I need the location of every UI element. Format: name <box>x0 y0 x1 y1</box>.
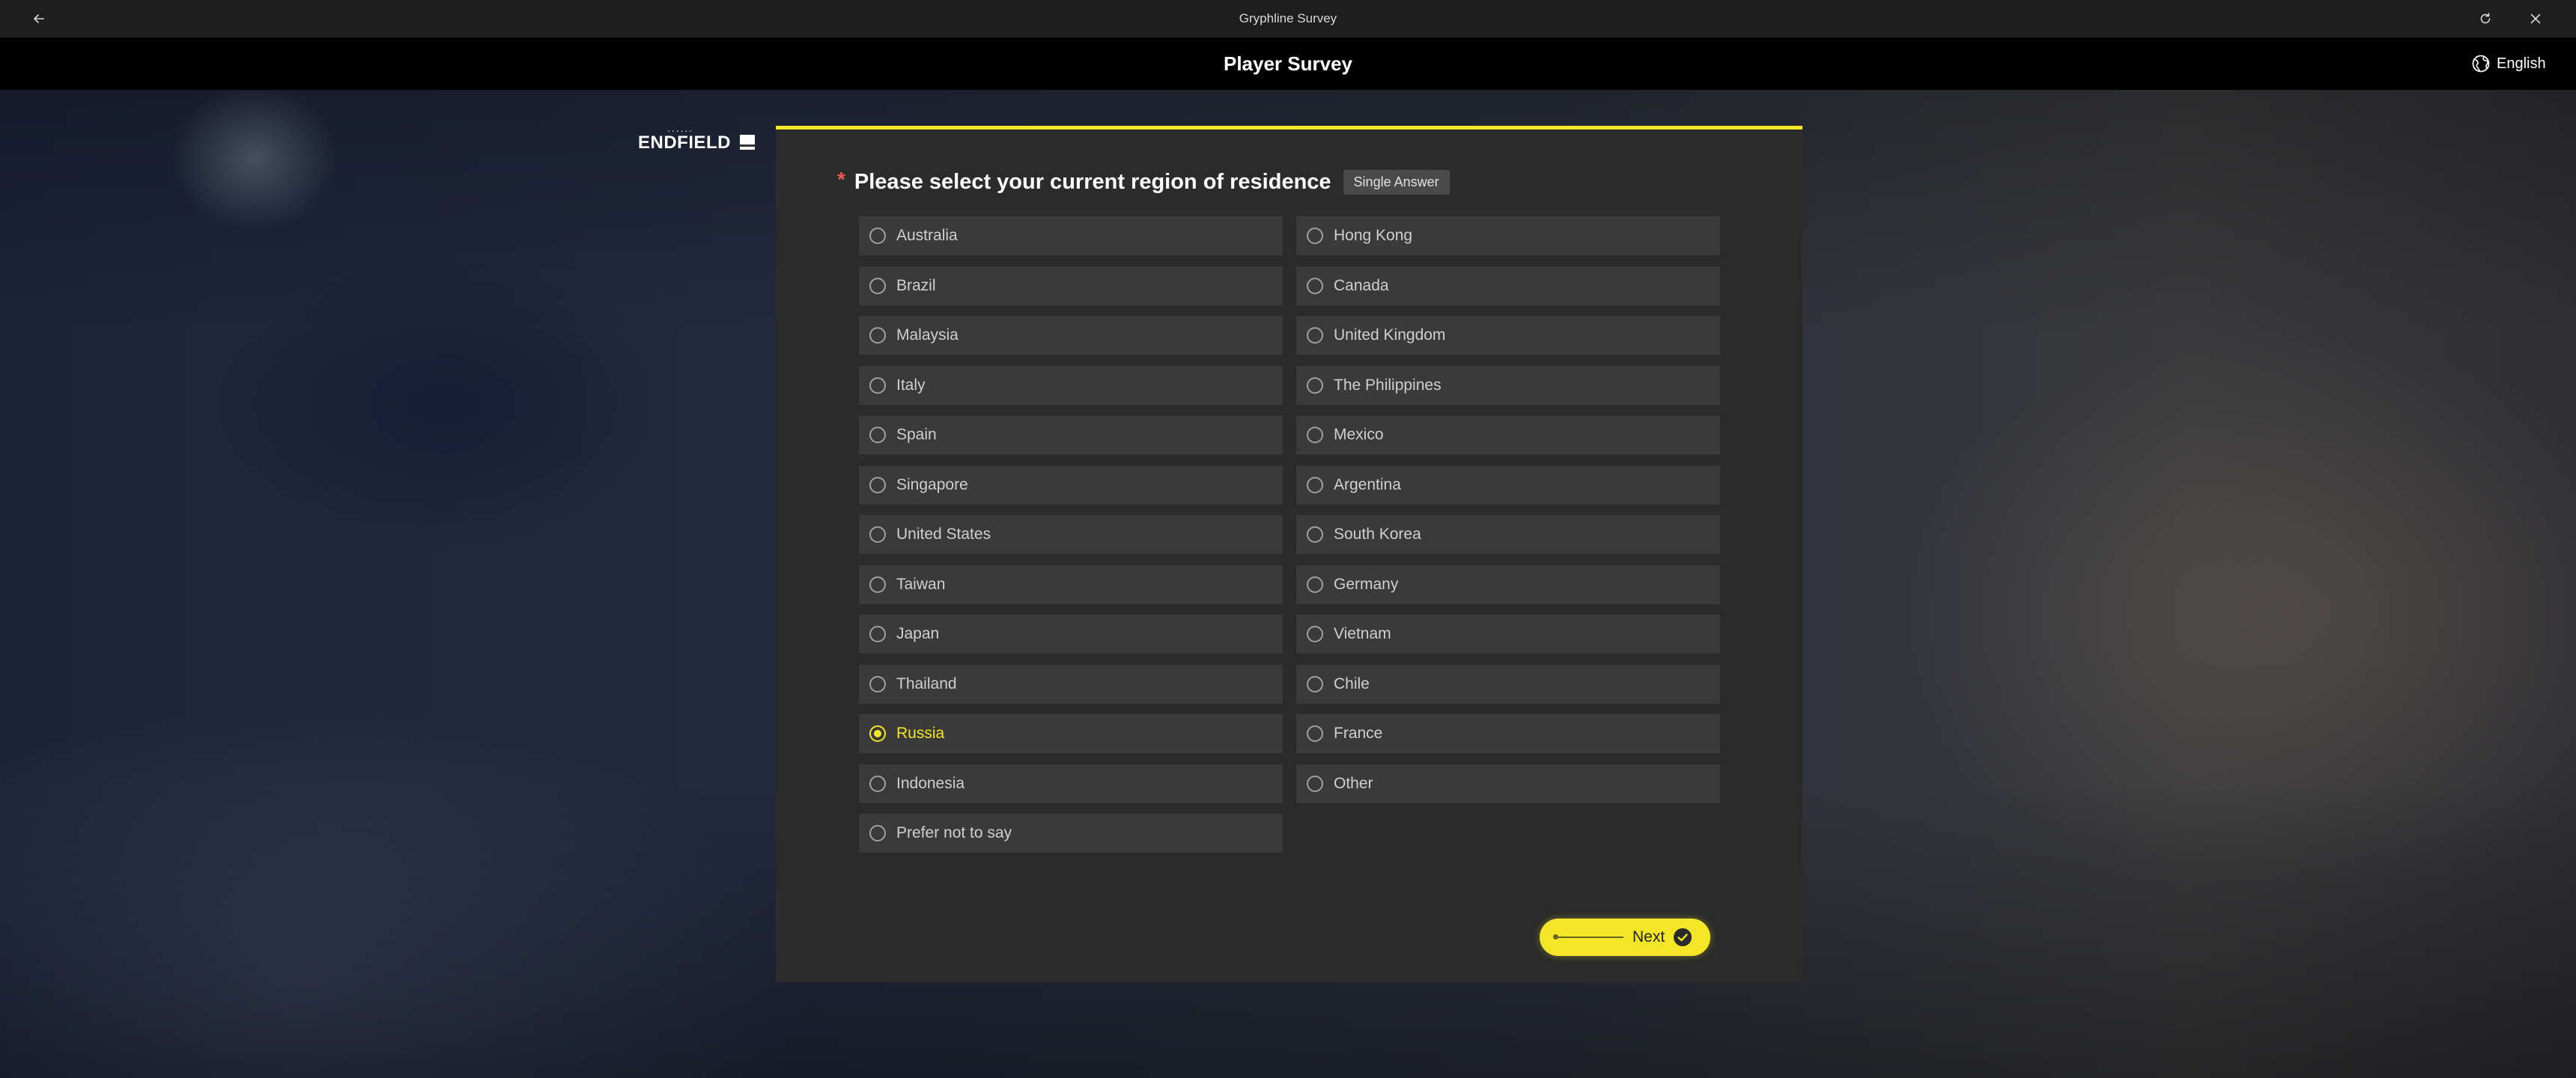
radio-icon[interactable] <box>1307 377 1323 394</box>
option-germany[interactable]: Germany <box>1296 564 1720 604</box>
required-marker: * <box>837 167 845 191</box>
radio-icon[interactable] <box>869 377 886 394</box>
next-button-label: Next <box>1632 928 1665 945</box>
radio-icon[interactable] <box>869 825 886 841</box>
option-spain[interactable]: Spain <box>859 415 1283 454</box>
option-label: Other <box>1334 774 1373 792</box>
next-button[interactable]: Next <box>1540 919 1710 956</box>
option-taiwan[interactable]: Taiwan <box>859 564 1283 604</box>
option-united-states[interactable]: United States <box>859 515 1283 554</box>
option-argentina[interactable]: Argentina <box>1296 465 1720 505</box>
option-label: Vietnam <box>1334 625 1391 642</box>
radio-icon[interactable] <box>1307 675 1323 692</box>
option-france[interactable]: France <box>1296 714 1720 753</box>
option-label: Australia <box>896 227 958 244</box>
radio-icon[interactable] <box>1307 526 1323 543</box>
option-indonesia[interactable]: Indonesia <box>859 764 1283 803</box>
radio-icon[interactable] <box>869 228 886 244</box>
radio-icon[interactable] <box>1307 476 1323 493</box>
option-label: Argentina <box>1334 475 1401 493</box>
check-circle-icon <box>1674 928 1692 946</box>
option-russia[interactable]: Russia <box>859 714 1283 753</box>
window-titlebar: Gryphline Survey <box>0 0 2576 37</box>
option-label: United Kingdom <box>1334 326 1446 344</box>
option-label: Japan <box>896 625 940 642</box>
option-label: South Korea <box>1334 526 1421 543</box>
option-hong-kong[interactable]: Hong Kong <box>1296 216 1720 255</box>
radio-icon[interactable] <box>1307 725 1323 742</box>
option-australia[interactable]: Australia <box>859 216 1283 255</box>
radio-icon[interactable] <box>869 675 886 692</box>
option-label: Germany <box>1334 575 1399 593</box>
option-italy[interactable]: Italy <box>859 365 1283 405</box>
logo-text: ENDFIELD <box>638 133 731 153</box>
radio-icon[interactable] <box>1307 228 1323 244</box>
option-label: France <box>1334 725 1383 742</box>
option-south-korea[interactable]: South Korea <box>1296 515 1720 554</box>
option-united-kingdom[interactable]: United Kingdom <box>1296 316 1720 355</box>
close-icon <box>2530 13 2541 24</box>
option-label: Italy <box>896 376 926 394</box>
radio-icon[interactable] <box>1307 327 1323 344</box>
option-mexico[interactable]: Mexico <box>1296 415 1720 454</box>
page-title: Player Survey <box>1223 52 1352 75</box>
option-canada[interactable]: Canada <box>1296 266 1720 305</box>
option-label: Singapore <box>896 475 968 493</box>
option-prefer-not-to-say[interactable]: Prefer not to say <box>859 814 1283 853</box>
radio-selected-icon[interactable] <box>869 725 886 742</box>
option-vietnam[interactable]: Vietnam <box>1296 615 1720 654</box>
option-label: Brazil <box>896 276 936 294</box>
option-other[interactable]: Other <box>1296 764 1720 803</box>
radio-icon[interactable] <box>869 526 886 543</box>
page-header: Player Survey English <box>0 37 2576 90</box>
radio-icon[interactable] <box>1307 775 1323 792</box>
option-label: The Philippines <box>1334 376 1442 394</box>
option-label: Chile <box>1334 674 1370 692</box>
question-type-badge: Single Answer <box>1343 170 1450 195</box>
radio-icon[interactable] <box>869 775 886 792</box>
radio-icon[interactable] <box>1307 427 1323 443</box>
option-chile[interactable]: Chile <box>1296 664 1720 704</box>
option-label: Mexico <box>1334 426 1384 443</box>
option-malaysia[interactable]: Malaysia <box>859 316 1283 355</box>
option-thailand[interactable]: Thailand <box>859 664 1283 704</box>
option-label: Canada <box>1334 276 1389 294</box>
question-header: * Please select your current region of r… <box>837 167 1450 195</box>
survey-panel: * Please select your current region of r… <box>776 126 1802 982</box>
question-text: Please select your current region of res… <box>854 170 1331 194</box>
refresh-button[interactable] <box>2473 7 2497 31</box>
radio-icon[interactable] <box>869 476 886 493</box>
option-label: Hong Kong <box>1334 227 1413 244</box>
option-label: Thailand <box>896 674 957 692</box>
radio-icon[interactable] <box>1307 626 1323 642</box>
option-the-philippines[interactable]: The Philippines <box>1296 365 1720 405</box>
radio-icon[interactable] <box>1307 277 1323 294</box>
radio-icon[interactable] <box>869 576 886 593</box>
option-brazil[interactable]: Brazil <box>859 266 1283 305</box>
logo-mark <box>740 135 755 150</box>
globe-icon <box>2472 55 2490 73</box>
radio-icon[interactable] <box>1307 576 1323 593</box>
option-label: Prefer not to say <box>896 824 1012 841</box>
radio-icon[interactable] <box>869 277 886 294</box>
option-label: Malaysia <box>896 326 959 344</box>
option-singapore[interactable]: Singapore <box>859 465 1283 505</box>
language-label: English <box>2497 55 2546 72</box>
radio-icon[interactable] <box>869 626 886 642</box>
close-button[interactable] <box>2524 7 2548 31</box>
language-selector[interactable]: English <box>2471 52 2546 75</box>
endfield-logo: ▪ ▪ ▪ ▪ ▪ ▪ ENDFIELD <box>638 130 755 153</box>
option-label: Russia <box>896 725 945 742</box>
option-label: Spain <box>896 426 937 443</box>
window-title: Gryphline Survey <box>1239 11 1337 25</box>
radio-icon[interactable] <box>869 427 886 443</box>
option-label: Indonesia <box>896 774 965 792</box>
next-button-line <box>1556 937 1623 938</box>
option-label: United States <box>896 526 991 543</box>
option-japan[interactable]: Japan <box>859 615 1283 654</box>
refresh-icon <box>2480 13 2491 24</box>
radio-icon[interactable] <box>869 327 886 344</box>
option-label: Taiwan <box>896 575 946 593</box>
